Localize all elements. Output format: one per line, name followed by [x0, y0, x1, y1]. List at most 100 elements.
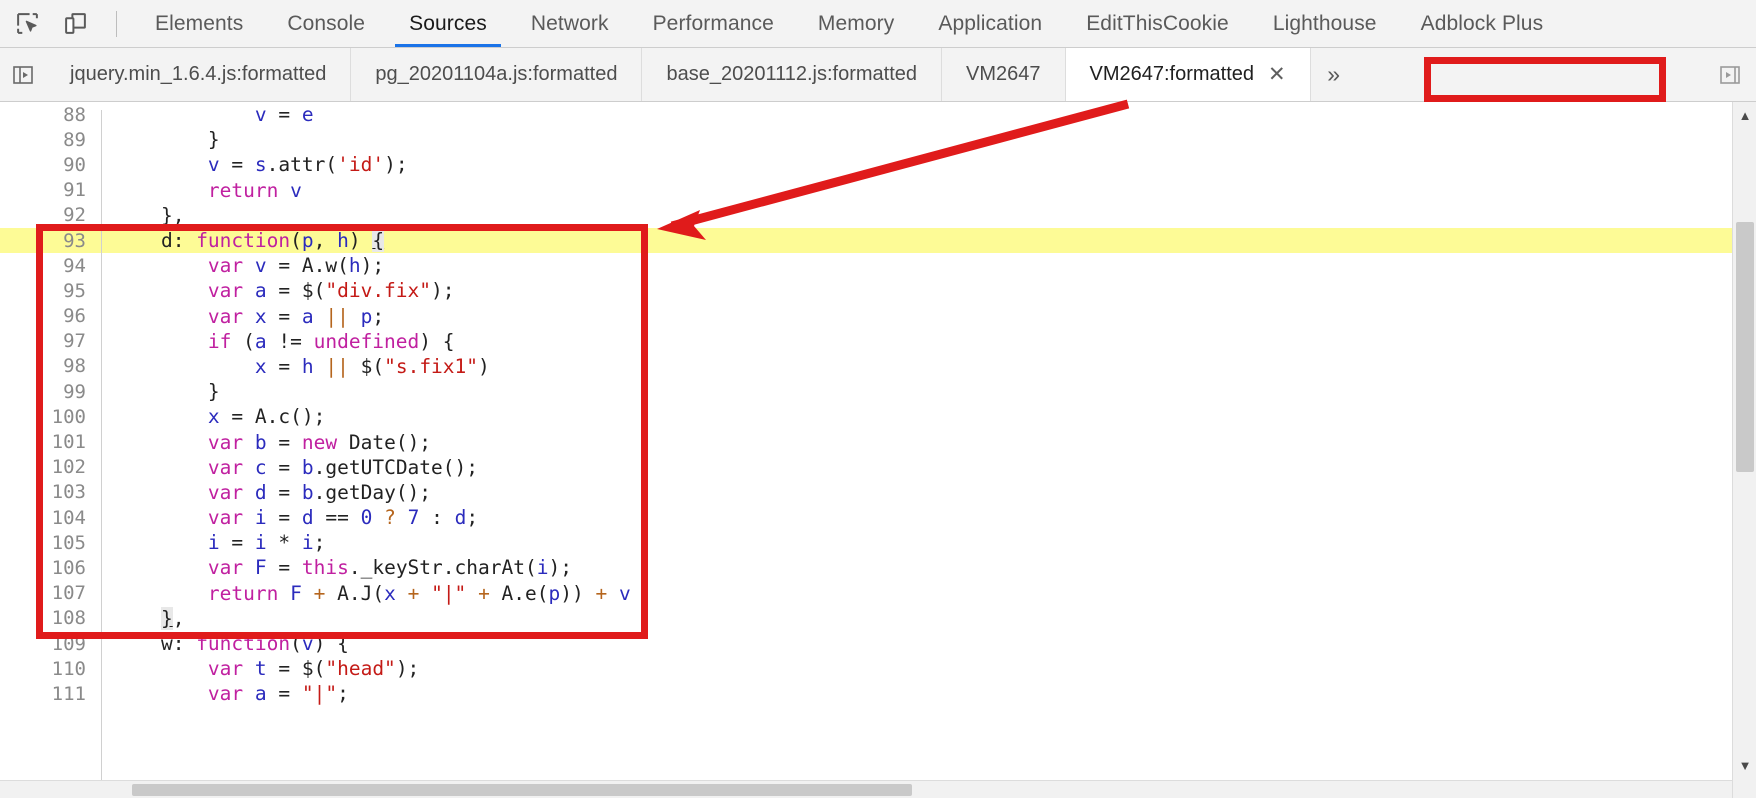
- code-lines-container[interactable]: 88 v = e 89 } 90 v = s.attr('id'); 91 retur…: [0, 102, 1732, 780]
- line-number[interactable]: 111: [0, 683, 100, 705]
- code-token: undefined: [313, 329, 420, 353]
- tab-overflow-chevron-icon[interactable]: »: [1311, 48, 1357, 101]
- code-line[interactable]: 103 var d = b.getDay();: [0, 480, 1732, 505]
- file-tab-jquery[interactable]: jquery.min_1.6.4.js:formatted: [46, 48, 352, 101]
- show-navigator-icon[interactable]: [0, 48, 46, 101]
- code-line[interactable]: 102 var c = b.getUTCDate();: [0, 455, 1732, 480]
- file-tab-vm2647-formatted[interactable]: VM2647:formatted ✕: [1065, 48, 1311, 101]
- code-token: e: [301, 103, 314, 127]
- code-line[interactable]: 88 v = e: [0, 102, 1732, 127]
- panel-tab-network[interactable]: Network: [509, 0, 631, 47]
- code-line[interactable]: 92 },: [0, 203, 1732, 228]
- code-line[interactable]: 93 d: function(p, h) {: [0, 227, 1732, 254]
- line-number[interactable]: 107: [0, 582, 100, 604]
- line-number[interactable]: 102: [0, 456, 100, 478]
- panel-tab-elements[interactable]: Elements: [133, 0, 265, 47]
- show-debugger-sidebar-icon[interactable]: [1704, 48, 1756, 101]
- panel-tab-application[interactable]: Application: [916, 0, 1064, 47]
- panel-tab-console[interactable]: Console: [265, 0, 387, 47]
- file-tab-base-20201112[interactable]: base_20201112.js:formatted: [642, 48, 942, 101]
- code-token: (: [231, 329, 255, 353]
- code-token: d: [454, 506, 467, 530]
- line-number[interactable]: 94: [0, 255, 100, 277]
- line-number[interactable]: 95: [0, 280, 100, 302]
- code-line[interactable]: 96 var x = a || p;: [0, 304, 1732, 329]
- code-token: =: [266, 103, 302, 127]
- file-tab-pg-20201104a[interactable]: pg_20201104a.js:formatted: [351, 48, 643, 101]
- source-code-editor[interactable]: 88 v = e 89 } 90 v = s.attr('id'); 91 retur…: [0, 102, 1756, 798]
- line-number[interactable]: 104: [0, 507, 100, 529]
- code-line[interactable]: 106 var F = this._keyStr.charAt(i);: [0, 555, 1732, 580]
- code-line[interactable]: 105 i = i * i;: [0, 530, 1732, 555]
- code-line[interactable]: 97 if (a != undefined) {: [0, 329, 1732, 354]
- panel-tab-memory[interactable]: Memory: [796, 0, 916, 47]
- code-line[interactable]: 90 v = s.attr('id');: [0, 152, 1732, 177]
- line-number[interactable]: 96: [0, 305, 100, 327]
- code-line[interactable]: 95 var a = $("div.fix");: [0, 278, 1732, 303]
- code-token: =: [266, 480, 302, 504]
- close-icon[interactable]: ✕: [1268, 64, 1286, 85]
- code-line[interactable]: 110 var t = $("head");: [0, 656, 1732, 681]
- line-number[interactable]: 97: [0, 330, 100, 352]
- code-token: 7: [407, 506, 420, 530]
- line-number[interactable]: 100: [0, 406, 100, 428]
- line-number[interactable]: 108: [0, 607, 100, 629]
- line-number[interactable]: 109: [0, 633, 100, 655]
- code-line[interactable]: 99 }: [0, 379, 1732, 404]
- panel-tab-adblock-plus[interactable]: Adblock Plus: [1399, 0, 1566, 47]
- code-line[interactable]: 104 var i = d == 0 ? 7 : d;: [0, 505, 1732, 530]
- line-number[interactable]: 90: [0, 154, 100, 176]
- line-number[interactable]: 105: [0, 532, 100, 554]
- line-number[interactable]: 93: [0, 230, 100, 252]
- code-token: =: [266, 506, 302, 530]
- panel-tab-label: Memory: [817, 11, 895, 35]
- panel-tab-performance[interactable]: Performance: [631, 0, 796, 47]
- line-number[interactable]: 99: [0, 381, 100, 403]
- horizontal-scrollbar-thumb[interactable]: [132, 784, 912, 796]
- code-line-text: x = A.c();: [100, 405, 325, 428]
- line-number[interactable]: 101: [0, 431, 100, 453]
- vertical-scrollbar-thumb[interactable]: [1736, 222, 1754, 472]
- horizontal-scrollbar[interactable]: [0, 780, 1732, 798]
- file-tab-vm2647[interactable]: VM2647: [942, 48, 1066, 101]
- code-line[interactable]: 100 x = A.c();: [0, 404, 1732, 429]
- code-line[interactable]: 107 return F + A.J(x + "|" + A.e(p)) + v: [0, 581, 1732, 606]
- code-line-text: var b = new Date();: [100, 431, 431, 454]
- line-number[interactable]: 91: [0, 179, 100, 201]
- line-number[interactable]: 110: [0, 658, 100, 680]
- scroll-up-icon[interactable]: ▲: [1733, 104, 1756, 126]
- code-line[interactable]: 108 },: [0, 606, 1732, 631]
- panel-tab-editthiscookie[interactable]: EditThisCookie: [1064, 0, 1251, 47]
- code-line[interactable]: 109 w: function(v) {: [0, 631, 1732, 656]
- vertical-scrollbar[interactable]: ▲ ▼: [1732, 102, 1756, 798]
- scroll-down-icon[interactable]: ▼: [1733, 754, 1756, 776]
- line-number[interactable]: 106: [0, 557, 100, 579]
- line-number[interactable]: 88: [0, 104, 100, 126]
- line-number[interactable]: 92: [0, 204, 100, 226]
- code-line[interactable]: 111 var a = "|";: [0, 681, 1732, 706]
- code-token: var: [207, 506, 244, 530]
- code-token: ==: [313, 506, 361, 530]
- code-token: ;: [337, 682, 349, 706]
- panel-tab-sources[interactable]: Sources: [387, 0, 509, 47]
- code-token: p: [301, 229, 314, 253]
- code-line[interactable]: 98 x = h || $("s.fix1"): [0, 354, 1732, 379]
- code-token: = A.c();: [219, 405, 326, 429]
- line-number[interactable]: 98: [0, 355, 100, 377]
- inspect-element-icon[interactable]: [10, 8, 44, 40]
- line-number[interactable]: 103: [0, 481, 100, 503]
- code-line[interactable]: 91 return v: [0, 178, 1732, 203]
- device-toolbar-icon[interactable]: [58, 8, 92, 40]
- code-token: var: [207, 480, 244, 504]
- panel-tab-lighthouse[interactable]: Lighthouse: [1251, 0, 1399, 47]
- line-number[interactable]: 89: [0, 129, 100, 151]
- code-line[interactable]: 89 }: [0, 127, 1732, 152]
- code-line[interactable]: 101 var b = new Date();: [0, 429, 1732, 454]
- code-line[interactable]: 94 var v = A.w(h);: [0, 253, 1732, 278]
- code-token: var: [207, 430, 244, 454]
